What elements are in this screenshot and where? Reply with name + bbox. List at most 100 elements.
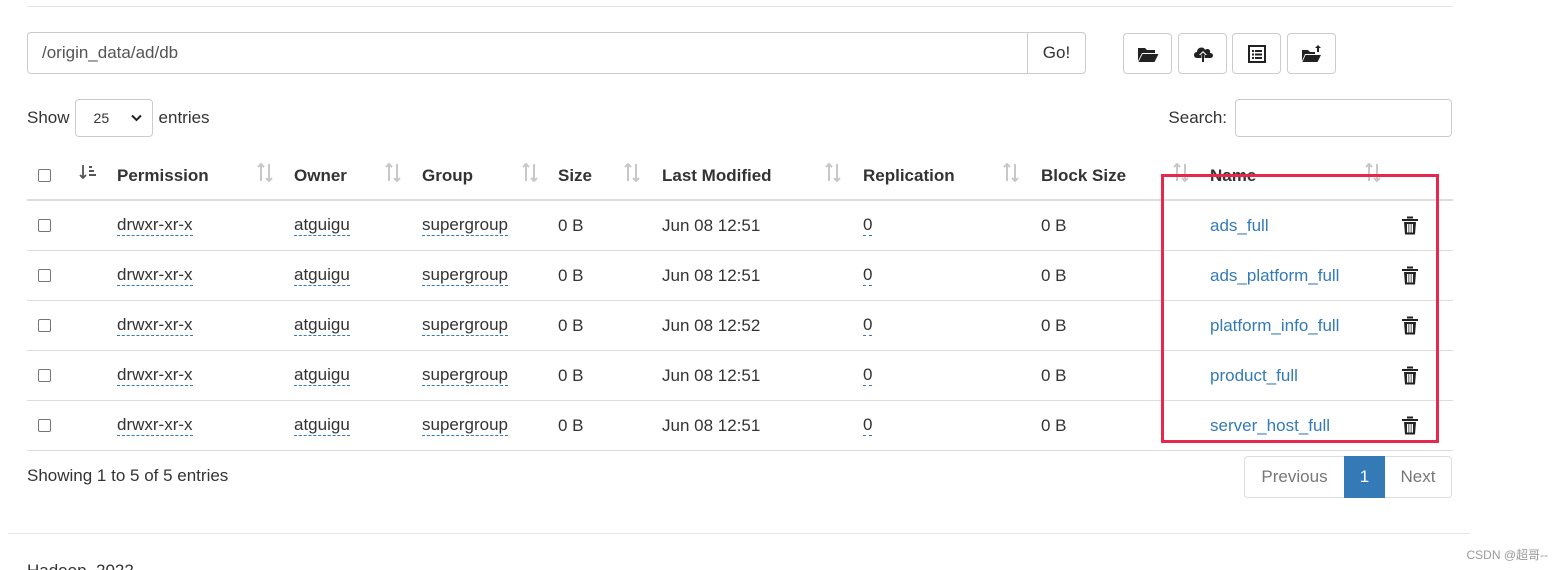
directory-link[interactable]: platform_info_full	[1210, 316, 1339, 336]
delete-button[interactable]	[1402, 351, 1418, 400]
top-divider	[27, 6, 1453, 7]
hdfs-browser-page: Go! Show	[0, 0, 1562, 570]
owner-value[interactable]: atguigu	[294, 265, 350, 286]
sort-asc-icon[interactable]	[79, 163, 97, 186]
select-all-checkbox-cell	[38, 150, 51, 199]
column-header-owner[interactable]: Owner	[294, 150, 347, 199]
column-header-replication[interactable]: Replication	[863, 150, 955, 199]
sort-icon[interactable]	[824, 162, 842, 189]
group-value[interactable]: supergroup	[422, 365, 509, 386]
replication-value[interactable]: 0	[863, 315, 873, 336]
owner-value[interactable]: atguigu	[294, 415, 350, 436]
group-value[interactable]: supergroup	[422, 415, 509, 436]
trash-icon	[1402, 316, 1418, 335]
table-row: drwxr-xr-x atguigu supergroup 0 B Jun 08…	[27, 251, 1453, 301]
sort-icon[interactable]	[256, 162, 274, 189]
size-value: 0 B	[558, 265, 584, 285]
sort-icon[interactable]	[1002, 162, 1020, 189]
select-all-checkbox[interactable]	[38, 169, 51, 182]
replication-value[interactable]: 0	[863, 215, 873, 236]
group-value[interactable]: supergroup	[422, 215, 509, 236]
footer-divider	[8, 533, 1470, 534]
owner-value[interactable]: atguigu	[294, 215, 350, 236]
go-button[interactable]: Go!	[1027, 32, 1086, 74]
upload-button[interactable]	[1178, 33, 1227, 74]
block-size-value: 0 B	[1041, 315, 1067, 335]
trash-icon	[1402, 216, 1418, 235]
delete-button[interactable]	[1402, 301, 1418, 350]
chevron-down-icon	[130, 114, 142, 122]
watermark: CSDN @超哥--	[1466, 548, 1548, 562]
owner-value[interactable]: atguigu	[294, 315, 350, 336]
folder-open-icon	[1137, 47, 1158, 62]
row-checkbox[interactable]	[38, 269, 51, 282]
row-checkbox[interactable]	[38, 419, 51, 432]
table-row: drwxr-xr-x atguigu supergroup 0 B Jun 08…	[27, 301, 1453, 351]
entries-per-page-value: 25	[93, 110, 110, 126]
delete-button[interactable]	[1402, 251, 1418, 300]
path-input[interactable]	[27, 32, 1027, 74]
trash-icon	[1402, 416, 1418, 435]
search-input[interactable]	[1235, 99, 1452, 137]
table-row: drwxr-xr-x atguigu supergroup 0 B Jun 08…	[27, 201, 1453, 251]
column-header-name[interactable]: Name	[1210, 150, 1256, 199]
size-value: 0 B	[558, 415, 584, 435]
block-size-value: 0 B	[1041, 265, 1067, 285]
create-directory-button[interactable]	[1123, 33, 1172, 74]
modified-value: Jun 08 12:51	[662, 215, 761, 235]
block-size-value: 0 B	[1041, 415, 1067, 435]
row-checkbox[interactable]	[38, 219, 51, 232]
paste-button[interactable]	[1287, 33, 1336, 74]
row-checkbox[interactable]	[38, 369, 51, 382]
sort-icon[interactable]	[1364, 162, 1382, 189]
page-1-button[interactable]: 1	[1344, 456, 1385, 498]
path-bar: Go!	[27, 32, 1086, 74]
column-header-group[interactable]: Group	[422, 150, 473, 199]
cut-button[interactable]	[1232, 33, 1281, 74]
pagination: Previous 1 Next	[1244, 456, 1452, 498]
permission-value[interactable]: drwxr-xr-x	[117, 265, 193, 286]
permission-value[interactable]: drwxr-xr-x	[117, 415, 193, 436]
column-header-last-modified[interactable]: Last Modified	[662, 150, 772, 199]
block-size-value: 0 B	[1041, 215, 1067, 235]
table-row: drwxr-xr-x atguigu supergroup 0 B Jun 08…	[27, 401, 1453, 451]
column-header-size[interactable]: Size	[558, 150, 592, 199]
modified-value: Jun 08 12:51	[662, 265, 761, 285]
owner-value[interactable]: atguigu	[294, 365, 350, 386]
permission-value[interactable]: drwxr-xr-x	[117, 365, 193, 386]
show-label: Show	[27, 108, 70, 127]
sort-icon[interactable]	[1172, 162, 1190, 189]
delete-button[interactable]	[1402, 201, 1418, 250]
group-value[interactable]: supergroup	[422, 265, 509, 286]
cloud-upload-icon	[1193, 47, 1213, 62]
sort-icon[interactable]	[384, 162, 402, 189]
delete-button[interactable]	[1402, 401, 1418, 450]
row-checkbox[interactable]	[38, 319, 51, 332]
column-header-permission[interactable]: Permission	[117, 150, 209, 199]
sort-icon[interactable]	[521, 162, 539, 189]
group-value[interactable]: supergroup	[422, 315, 509, 336]
sort-icon[interactable]	[623, 162, 641, 189]
modified-value: Jun 08 12:51	[662, 365, 761, 385]
entries-label: entries	[158, 108, 210, 127]
trash-icon	[1402, 366, 1418, 385]
replication-value[interactable]: 0	[863, 365, 873, 386]
size-value: 0 B	[558, 315, 584, 335]
permission-value[interactable]: drwxr-xr-x	[117, 315, 193, 336]
previous-page-button[interactable]: Previous	[1244, 456, 1344, 498]
directory-link[interactable]: product_full	[1210, 366, 1298, 386]
column-header-block-size[interactable]: Block Size	[1041, 150, 1126, 199]
directory-link[interactable]: ads_full	[1210, 216, 1269, 236]
permission-value[interactable]: drwxr-xr-x	[117, 215, 193, 236]
next-page-button[interactable]: Next	[1385, 456, 1452, 498]
directory-link[interactable]: ads_platform_full	[1210, 266, 1339, 286]
directory-link[interactable]: server_host_full	[1210, 416, 1330, 436]
show-entries: Show 25 entries	[27, 99, 210, 137]
replication-value[interactable]: 0	[863, 415, 873, 436]
file-table: Permission Owner Group Size Last Modifie…	[27, 150, 1453, 451]
size-value: 0 B	[558, 215, 584, 235]
replication-value[interactable]: 0	[863, 265, 873, 286]
entries-per-page-select[interactable]: 25	[74, 99, 153, 137]
modified-value: Jun 08 12:52	[662, 315, 761, 335]
trash-icon	[1402, 266, 1418, 285]
